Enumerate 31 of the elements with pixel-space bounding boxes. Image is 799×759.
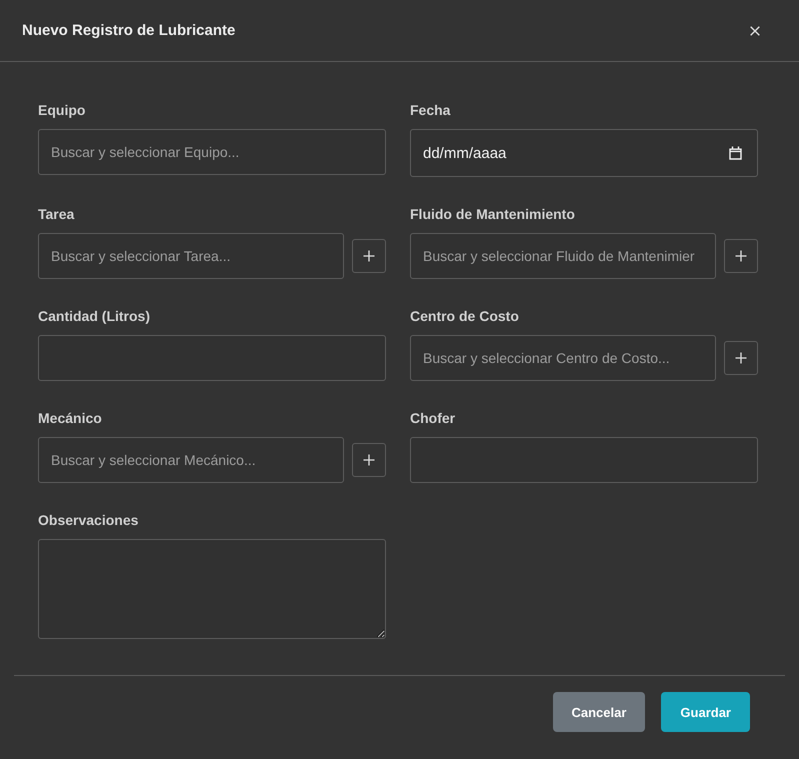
input-field[interactable] <box>38 335 386 381</box>
textarea-field[interactable] <box>38 539 386 639</box>
search-select-field[interactable]: Buscar y seleccionar Mecánico... <box>38 437 344 483</box>
plus-icon <box>735 250 747 262</box>
date-field[interactable]: dd/mm/aaaa <box>410 129 758 177</box>
add-button[interactable] <box>352 443 386 477</box>
plus-icon <box>363 250 375 262</box>
field-label: Equipo <box>38 101 86 120</box>
add-button[interactable] <box>724 341 758 375</box>
field-label: Cantidad (Litros) <box>38 307 150 326</box>
field-label: Tarea <box>38 205 74 224</box>
field-label: Fluido de Mantenimiento <box>410 205 575 224</box>
add-button[interactable] <box>352 239 386 273</box>
calendar-icon <box>729 146 742 160</box>
field-label: Mecánico <box>38 409 102 428</box>
dialog-title: Nuevo Registro de Lubricante <box>22 22 236 39</box>
search-select-field[interactable]: Buscar y seleccionar Equipo... <box>38 129 386 175</box>
search-select-field[interactable]: Buscar y seleccionar Fluido de Mantenimier <box>410 233 716 279</box>
search-select-field[interactable]: Buscar y seleccionar Centro de Costo... <box>410 335 716 381</box>
cancel-button[interactable]: Cancelar <box>552 692 646 732</box>
field-label: Observaciones <box>38 511 138 530</box>
close-icon <box>750 26 760 36</box>
field-label: Fecha <box>410 101 450 120</box>
save-button[interactable]: Guardar <box>661 692 750 732</box>
search-select-field[interactable]: Buscar y seleccionar Tarea... <box>38 233 344 279</box>
plus-icon <box>363 454 375 466</box>
input-field[interactable] <box>410 437 758 483</box>
add-button[interactable] <box>724 239 758 273</box>
plus-icon <box>735 352 747 364</box>
field-label: Centro de Costo <box>410 307 519 326</box>
field-label: Chofer <box>410 409 456 428</box>
